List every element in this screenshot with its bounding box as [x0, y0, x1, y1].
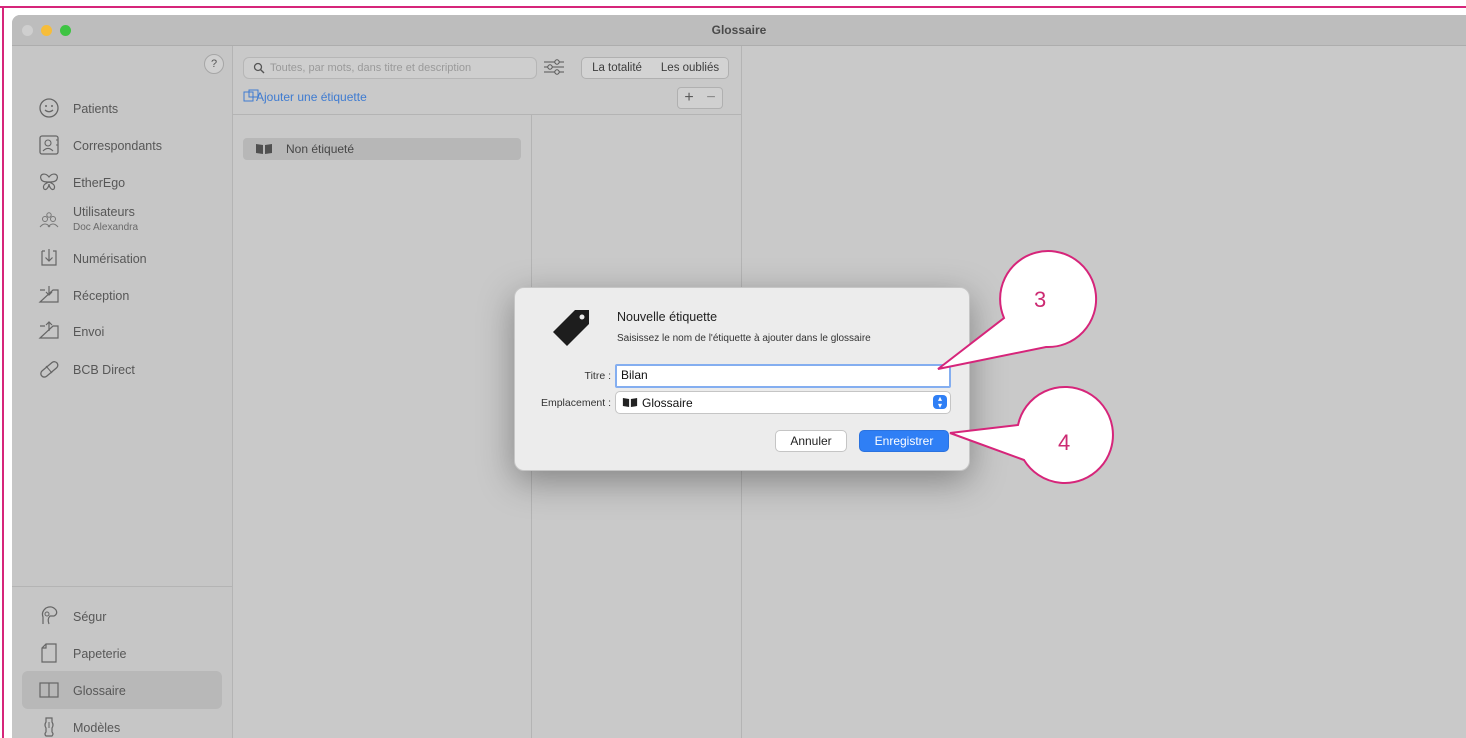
add-tag-label: Ajouter une étiquette: [256, 90, 367, 104]
annotation-border-left: [2, 8, 4, 738]
sidebar-item-sublabel: Doc Alexandra: [73, 222, 139, 233]
smiley-icon: [39, 98, 59, 118]
toolbar-divider: [233, 114, 741, 115]
tag-label: Non étiqueté: [286, 142, 355, 156]
sidebar-item-bcb-direct[interactable]: BCB Direct: [37, 354, 227, 384]
filter-forgotten-button[interactable]: Les oubliés: [652, 57, 729, 79]
dialog-subtitle: Saisissez le nom de l'étiquette à ajoute…: [617, 333, 871, 344]
inbox-icon: [38, 286, 59, 303]
cancel-button[interactable]: Annuler: [775, 430, 847, 452]
screenshot-frame: Glossaire ? Patients Correspondants Ethe…: [0, 0, 1466, 738]
window-title: Glossaire: [711, 23, 767, 37]
sidebar-item-modeles[interactable]: Modèles: [37, 712, 227, 738]
sidebar-item-label: Patients: [73, 102, 119, 116]
save-button[interactable]: Enregistrer: [859, 430, 949, 452]
search-placeholder: Toutes, par mots, dans titre et descript…: [270, 62, 472, 74]
sidebar-item-patients[interactable]: Patients: [37, 93, 227, 123]
sidebar-item-etherego[interactable]: EtherEgo: [37, 167, 227, 197]
add-tag-link[interactable]: Ajouter une étiquette: [243, 89, 367, 104]
segur-icon: [41, 606, 58, 625]
outbox-icon: [38, 321, 59, 339]
search-field[interactable]: Toutes, par mots, dans titre et descript…: [243, 57, 537, 79]
sidebar-item-glossaire[interactable]: Glossaire: [37, 675, 227, 705]
sidebar-item-envoi[interactable]: Envoi: [37, 316, 227, 346]
filter-all-button[interactable]: La totalité: [581, 57, 653, 79]
title-bar: Glossaire: [12, 15, 1466, 46]
sidebar-item-label: Envoi: [73, 325, 105, 339]
users-icon: [39, 212, 59, 228]
tag-icon: [553, 310, 589, 346]
sidebar-item-utilisateurs[interactable]: Utilisateurs Doc Alexandra: [37, 201, 227, 239]
sidebar-item-label: EtherEgo: [73, 176, 126, 190]
book-icon: [39, 682, 59, 698]
contact-card-icon: [39, 135, 59, 155]
paper-icon: [41, 643, 57, 663]
dialog-title: Nouvelle étiquette: [617, 310, 718, 324]
title-input-value: Bilan: [621, 368, 648, 382]
filter-sliders-icon[interactable]: [543, 57, 565, 77]
remove-button[interactable]: −: [700, 87, 723, 109]
sidebar-item-label: Ségur: [73, 610, 107, 624]
sidebar-item-papeterie[interactable]: Papeterie: [37, 638, 227, 668]
callout-4-number: 4: [1058, 430, 1071, 455]
sidebar-item-label: Correspondants: [73, 139, 162, 153]
sidebar-item-label: BCB Direct: [73, 363, 135, 377]
chevron-updown-icon: ▴ ▾: [933, 395, 947, 410]
sidebar-item-label: Utilisateurs: [73, 205, 135, 219]
sidebar-item-reception[interactable]: Réception: [37, 280, 227, 310]
sidebar-item-correspondants[interactable]: Correspondants: [37, 130, 227, 160]
annotation-border-top: [0, 6, 1466, 8]
mannequin-icon: [44, 717, 54, 737]
title-input[interactable]: Bilan: [615, 364, 951, 388]
tag-row-non-etiquete[interactable]: Non étiqueté: [243, 138, 521, 160]
title-field-label: Titre :: [584, 370, 611, 382]
location-select[interactable]: Glossaire ▴ ▾: [615, 391, 951, 414]
scan-icon: [41, 249, 57, 266]
sidebar-item-label: Modèles: [73, 721, 121, 735]
location-select-value: Glossaire: [642, 396, 693, 410]
open-book-icon: [256, 144, 272, 154]
sidebar-item-segur[interactable]: Ségur: [37, 601, 227, 631]
open-book-icon: [622, 398, 638, 407]
sidebar-item-numerisation[interactable]: Numérisation: [37, 243, 227, 273]
add-tag-icon: [243, 89, 259, 102]
sidebar-item-label: Papeterie: [73, 647, 127, 661]
sidebar: ? Patients Correspondants EtherEgo Utili…: [12, 46, 233, 738]
help-button[interactable]: ?: [204, 54, 224, 74]
sidebar-item-label: Réception: [73, 289, 130, 303]
sidebar-item-label: Numérisation: [73, 252, 147, 266]
sidebar-item-label: Glossaire: [73, 684, 126, 698]
pill-icon: [40, 361, 59, 378]
add-button[interactable]: +: [677, 87, 701, 109]
search-icon: [253, 62, 265, 74]
butterfly-icon: [40, 173, 58, 191]
sidebar-divider: [12, 586, 232, 587]
location-field-label: Emplacement :: [540, 397, 611, 409]
new-tag-dialog: Nouvelle étiquette Saisissez le nom de l…: [514, 287, 970, 471]
callout-3-number: 3: [1034, 287, 1047, 312]
